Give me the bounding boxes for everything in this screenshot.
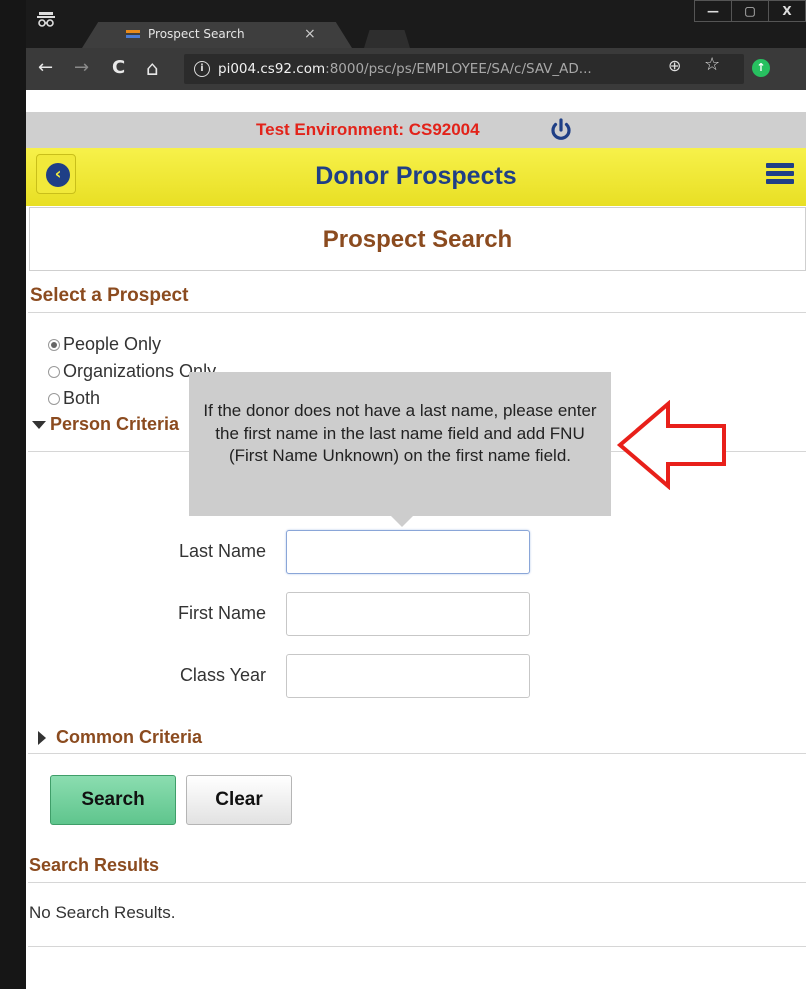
browser-toolbar: ← → C ⌂ i pi004.cs92.com:8000/psc/ps/EMP… <box>26 48 806 90</box>
radio-button[interactable] <box>48 365 60 378</box>
close-window-button[interactable]: X <box>768 0 806 22</box>
power-icon[interactable] <box>548 117 574 143</box>
browser-tab-bar: Prospect Search × — ▢ X <box>26 0 806 48</box>
first-name-input[interactable] <box>286 592 530 636</box>
left-edge <box>0 0 26 989</box>
back-arrow-icon[interactable]: ← <box>38 58 53 78</box>
select-prospect-heading: Select a Prospect <box>30 285 189 306</box>
zoom-icon[interactable]: ⊕ <box>668 56 681 75</box>
reload-icon[interactable]: C <box>112 58 125 78</box>
home-icon[interactable]: ⌂ <box>146 58 159 78</box>
extension-icon[interactable]: ↑ <box>752 59 770 77</box>
caret-down-icon <box>32 420 46 429</box>
url-text[interactable]: pi004.cs92.com:8000/psc/ps/EMPLOYEE/SA/c… <box>218 61 592 77</box>
red-arrow-annotation-icon <box>616 400 726 490</box>
radio-both[interactable]: Both <box>48 388 100 409</box>
radio-label: Both <box>63 388 101 408</box>
radio-button[interactable] <box>48 392 60 405</box>
radio-people-only[interactable]: People Only <box>48 334 161 355</box>
class-year-input[interactable] <box>286 654 530 698</box>
maximize-button[interactable]: ▢ <box>731 0 769 22</box>
radio-button-selected[interactable] <box>48 338 60 351</box>
hamburger-menu-icon[interactable] <box>766 163 794 185</box>
tab-close-icon[interactable]: × <box>304 26 316 42</box>
info-icon[interactable]: i <box>194 61 210 77</box>
no-results-text: No Search Results. <box>29 903 176 922</box>
clear-button[interactable]: Clear <box>186 775 292 825</box>
address-bar[interactable]: i pi004.cs92.com:8000/psc/ps/EMPLOYEE/SA… <box>184 54 744 84</box>
common-criteria-toggle[interactable]: Common Criteria <box>38 727 202 748</box>
last-name-label: Last Name <box>178 541 266 561</box>
window-controls: — ▢ X <box>694 0 806 22</box>
last-name-input[interactable] <box>286 530 530 574</box>
page-title: Prospect Search <box>322 226 513 253</box>
minimize-button[interactable]: — <box>694 0 732 22</box>
class-year-label: Class Year <box>179 665 266 685</box>
app-window: Prospect Search × — ▢ X ← → C ⌂ i pi004.… <box>0 0 806 989</box>
environment-text: Test Environment: CS92004 <box>256 120 480 139</box>
person-criteria-heading: Person Criteria <box>50 414 180 434</box>
app-title: Donor Prospects <box>315 162 517 190</box>
incognito-icon <box>36 8 56 32</box>
tooltip-text: If the donor does not have a last name, … <box>203 401 597 465</box>
bookmark-star-icon[interactable]: ☆ <box>704 54 720 75</box>
search-results-heading: Search Results <box>29 855 160 875</box>
divider <box>28 753 806 754</box>
page-title-bar: Prospect Search <box>29 207 806 271</box>
app-header: ‹ Donor Prospects <box>26 148 806 206</box>
divider <box>28 946 806 947</box>
tooltip-pointer <box>391 516 413 527</box>
new-tab-button[interactable] <box>364 30 410 48</box>
tab-favicon-icon <box>126 30 140 40</box>
first-name-label: First Name <box>177 603 266 623</box>
search-button[interactable]: Search <box>50 775 176 825</box>
help-tooltip: If the donor does not have a last name, … <box>189 372 611 516</box>
divider <box>28 312 806 313</box>
common-criteria-heading: Common Criteria <box>56 727 203 747</box>
tab-title[interactable]: Prospect Search <box>148 27 245 41</box>
environment-banner: Test Environment: CS92004 <box>26 112 806 148</box>
caret-right-icon <box>38 730 46 745</box>
divider <box>28 882 806 883</box>
forward-arrow-icon[interactable]: → <box>74 58 89 78</box>
radio-label: People Only <box>63 334 162 354</box>
person-criteria-toggle[interactable]: Person Criteria <box>32 414 179 435</box>
